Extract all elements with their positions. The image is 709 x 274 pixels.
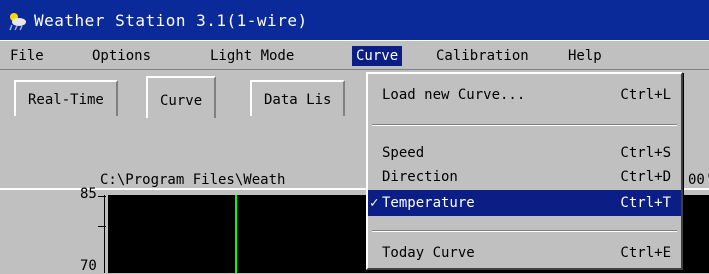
menu-item-speed[interactable]: Speed Ctrl+S [368,140,681,166]
tab-curve[interactable]: Curve [146,76,217,118]
menu-help[interactable]: Help [564,46,606,66]
y-tick-label-85: 85 [80,186,97,202]
menu-file[interactable]: File [6,46,48,66]
menu-item-label: Temperature [382,195,475,211]
weather-station-app-icon [6,9,28,31]
menu-calibration[interactable]: Calibration [432,46,533,66]
menu-item-load-new-curve[interactable]: Load new Curve... Ctrl+L [368,82,681,108]
curve-file-path: C:\Program Files\Weath [100,172,286,188]
menu-item-shortcut: Ctrl+T [620,195,671,211]
y-tick-label-70: 70 [80,258,97,274]
menu-item-shortcut: Ctrl+E [620,245,671,261]
menu-light-mode[interactable]: Light Mode [206,46,298,66]
menu-item-label: Today Curve [382,245,475,261]
curve-menu-dropdown: Load new Curve... Ctrl+L Speed Ctrl+S Di… [366,72,683,270]
y-axis [104,195,105,273]
menu-item-shortcut: Ctrl+L [620,87,671,103]
title-bar[interactable]: Weather Station 3.1(1-wire) [0,0,709,40]
menu-separator [372,124,677,126]
menu-item-shortcut: Ctrl+S [620,145,671,161]
menu-item-today-curve[interactable]: Today Curve Ctrl+E [368,240,681,266]
menu-options[interactable]: Options [88,46,155,66]
menu-item-label: Load new Curve... [382,87,526,103]
tab-data-list[interactable]: Data Lis [250,80,346,116]
menu-separator [372,230,677,232]
menu-bar: File Options Light Mode Curve Calibratio… [0,40,709,70]
checkmark-icon: ✓ [370,195,379,211]
menu-item-direction[interactable]: Direction Ctrl+D [368,164,681,190]
menu-item-shortcut: Ctrl+D [620,169,671,185]
curve-path-suffix: 00' [688,172,709,188]
tab-real-time[interactable]: Real-Time [14,80,118,116]
cursor-line [235,195,237,273]
window-title: Weather Station 3.1(1-wire) [34,10,308,30]
menu-curve[interactable]: Curve [352,46,403,66]
menu-item-label: Direction [382,169,458,185]
menu-item-label: Speed [382,145,425,161]
menu-item-temperature[interactable]: ✓ Temperature Ctrl+T [368,190,681,216]
